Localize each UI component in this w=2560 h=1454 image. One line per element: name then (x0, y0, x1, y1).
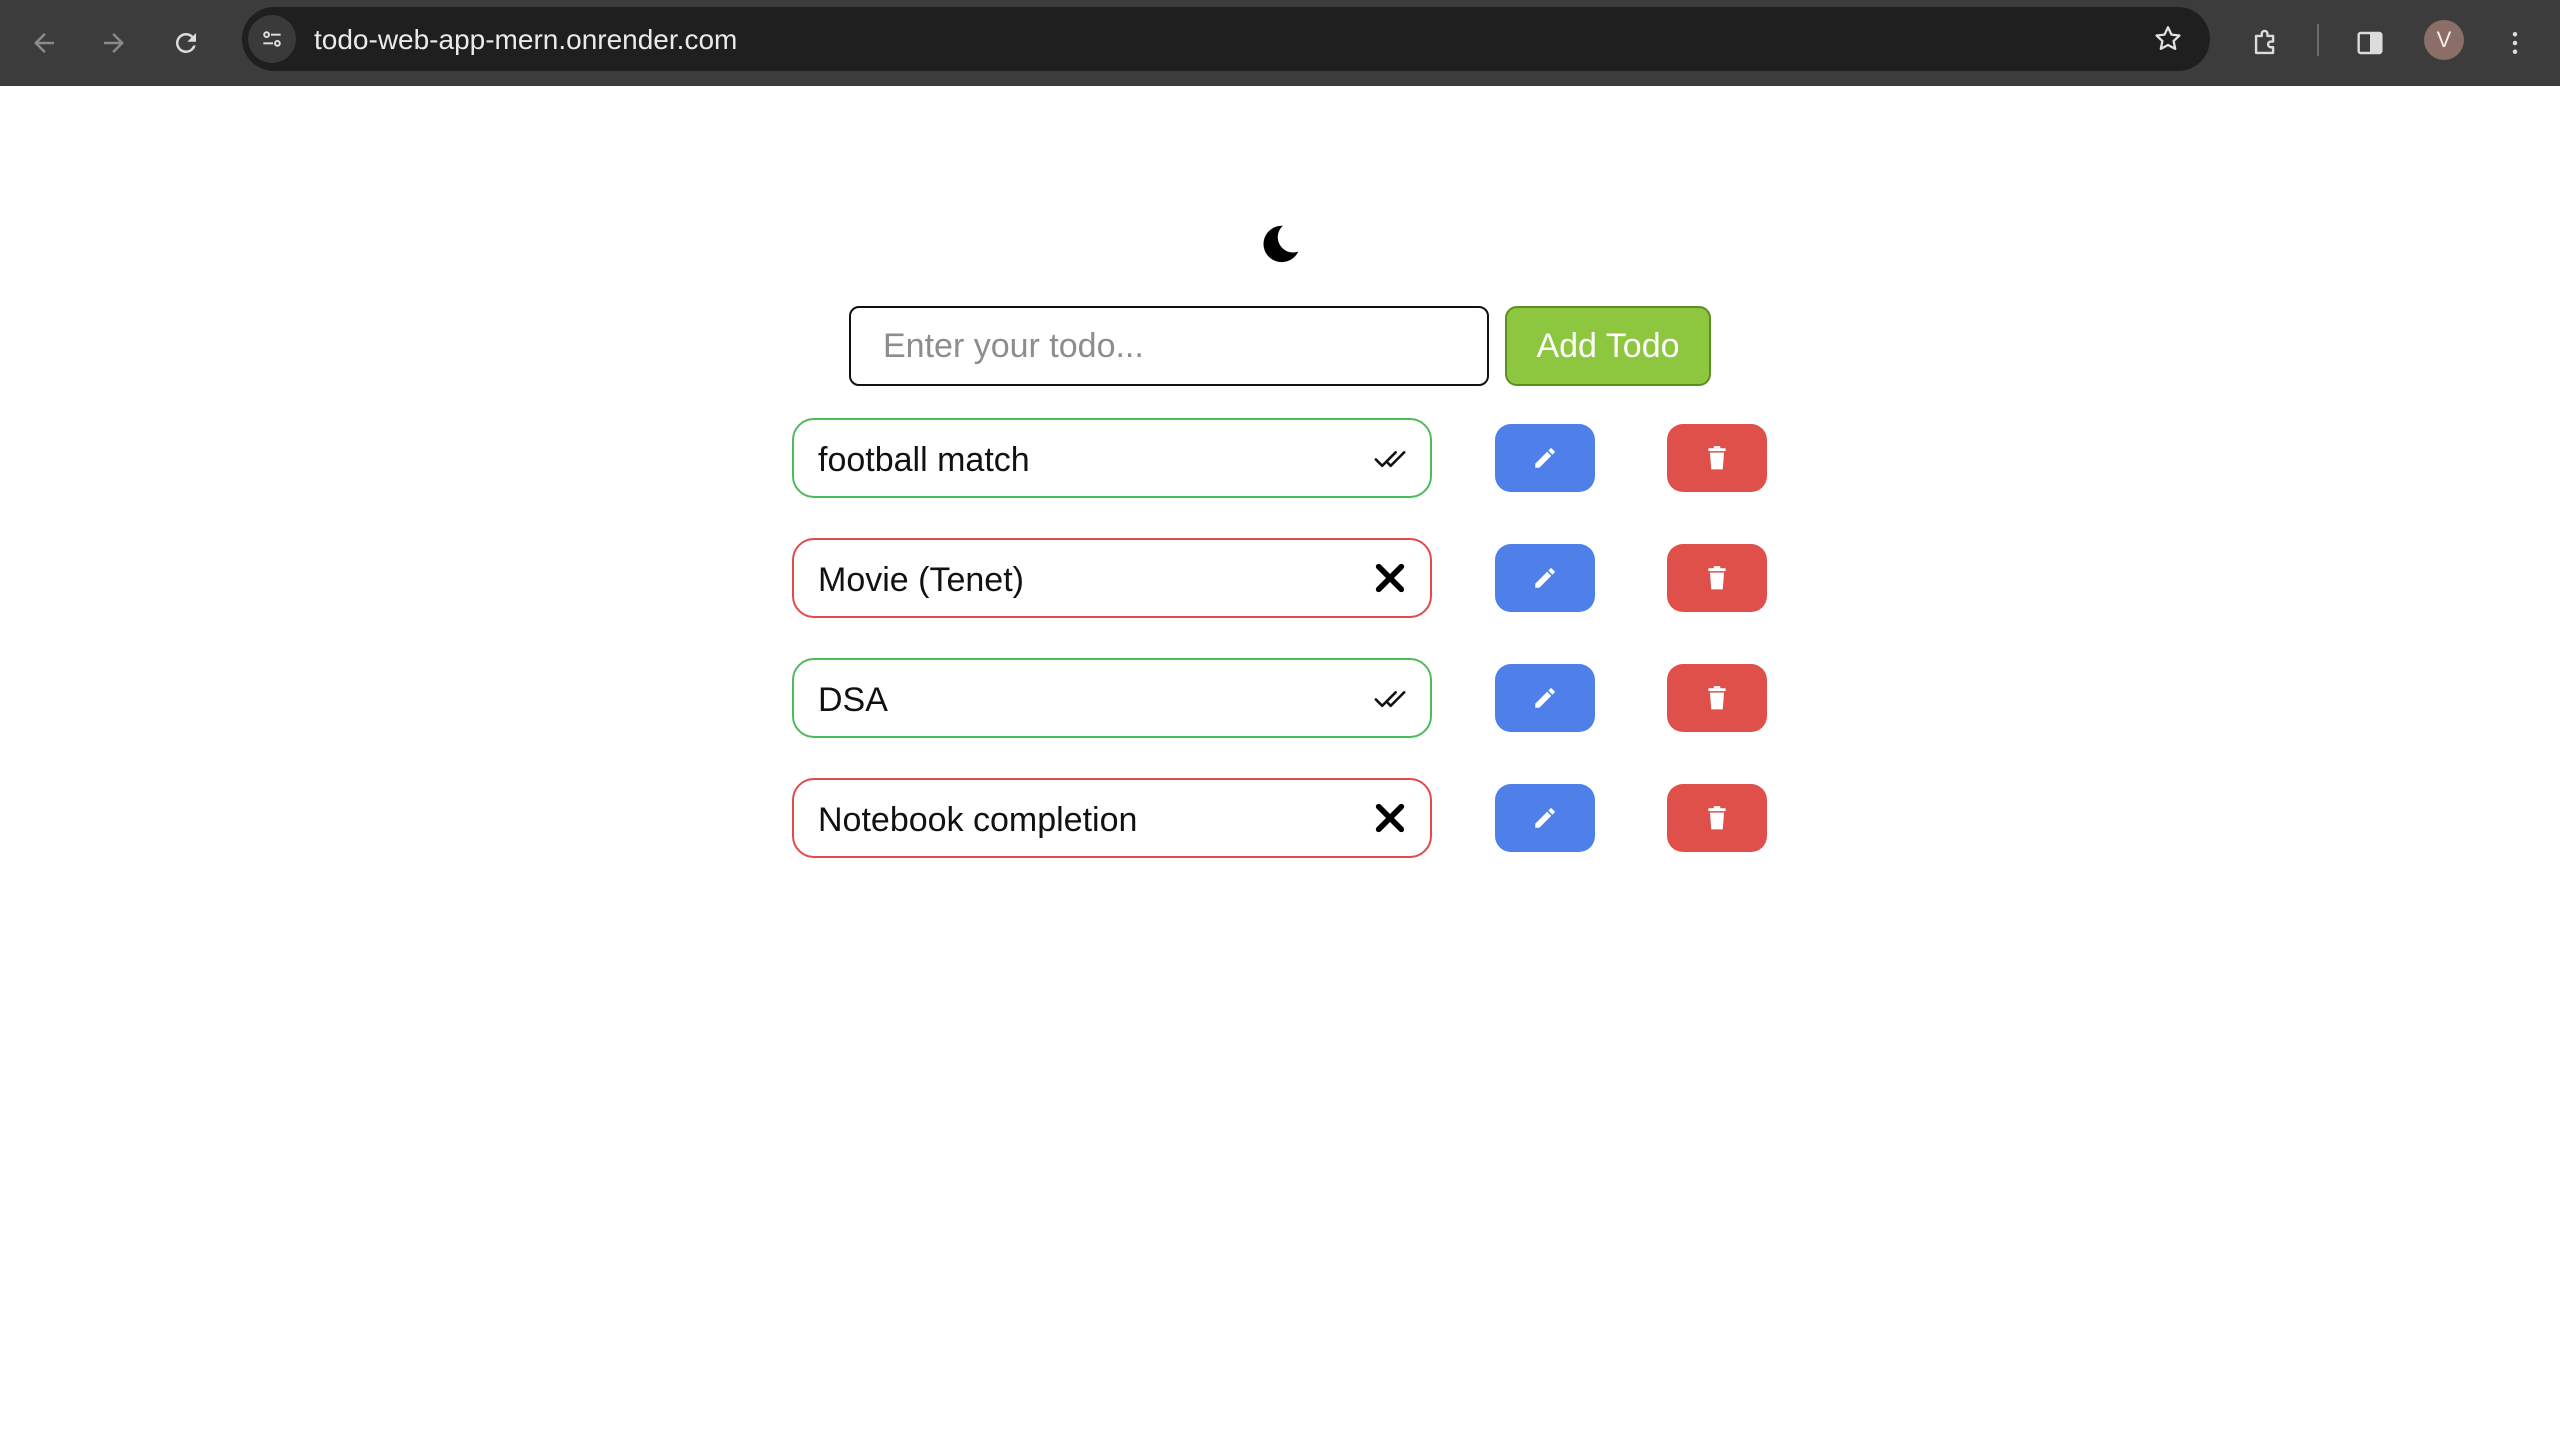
todo-input[interactable] (849, 306, 1489, 386)
side-panel-icon (2357, 31, 2383, 55)
site-info-icon (263, 31, 281, 47)
delete-button[interactable] (1667, 664, 1767, 732)
extensions-icon (2254, 29, 2275, 55)
browser-toolbar: todo-web-app-mern.onrender.com V (0, 0, 2560, 86)
extensions-button[interactable] (2238, 15, 2294, 71)
todo-row: Movie (Tenet) (0, 538, 2560, 618)
todo-item-pending: Notebook completion (792, 778, 1432, 858)
todo-text: DSA (818, 681, 888, 719)
todo-item-completed: DSA (792, 658, 1432, 738)
delete-button[interactable] (1667, 544, 1767, 612)
double-check-icon (1374, 451, 1406, 468)
bookmark-button[interactable] (2148, 19, 2188, 59)
reload-icon (175, 32, 196, 53)
reload-button[interactable] (158, 15, 214, 71)
x-mark-icon (1375, 563, 1405, 593)
back-button[interactable] (16, 15, 72, 71)
todo-text: Notebook completion (818, 801, 1138, 839)
pencil-icon (1535, 448, 1555, 468)
x-mark-icon (1375, 803, 1405, 833)
bookmark-star-icon (2155, 26, 2181, 50)
browser-menu-button[interactable] (2487, 15, 2543, 71)
edit-button[interactable] (1495, 664, 1595, 732)
todo-item-completed: football match (792, 418, 1432, 498)
pencil-icon (1535, 688, 1555, 708)
todo-item-pending: Movie (Tenet) (792, 538, 1432, 618)
todo-row: DSA (0, 658, 2560, 738)
site-info-button[interactable] (248, 15, 296, 63)
edit-button[interactable] (1495, 784, 1595, 852)
trash-icon (1708, 686, 1726, 710)
delete-button[interactable] (1667, 784, 1767, 852)
todo-row: football match (0, 418, 2560, 498)
pencil-icon (1535, 568, 1555, 588)
todo-text: Movie (Tenet) (818, 561, 1024, 599)
delete-button[interactable] (1667, 424, 1767, 492)
edit-button[interactable] (1495, 424, 1595, 492)
theme-toggle-button[interactable] (1255, 219, 1305, 269)
toolbar-divider (2317, 24, 2319, 56)
add-todo-button[interactable]: Add Todo (1505, 306, 1711, 386)
address-bar[interactable]: todo-web-app-mern.onrender.com (242, 7, 2210, 71)
toggle-status-button[interactable] (1368, 676, 1412, 720)
profile-avatar[interactable]: V (2424, 20, 2464, 60)
todo-row: Notebook completion (0, 778, 2560, 858)
double-check-icon (1374, 691, 1406, 708)
back-arrow-icon (34, 33, 54, 53)
forward-button[interactable] (86, 15, 142, 71)
todo-text: football match (818, 441, 1030, 479)
trash-icon (1708, 566, 1726, 590)
forward-arrow-icon (104, 33, 124, 53)
edit-button[interactable] (1495, 544, 1595, 612)
kebab-menu-icon (2512, 32, 2518, 54)
moon-icon (1263, 225, 1299, 263)
toggle-status-button[interactable] (1368, 796, 1412, 840)
toggle-status-button[interactable] (1368, 436, 1412, 480)
side-panel-button[interactable] (2342, 15, 2398, 71)
url-text[interactable]: todo-web-app-mern.onrender.com (314, 24, 737, 56)
pencil-icon (1535, 808, 1555, 828)
toggle-status-button[interactable] (1368, 556, 1412, 600)
trash-icon (1708, 806, 1726, 830)
trash-icon (1708, 446, 1726, 470)
